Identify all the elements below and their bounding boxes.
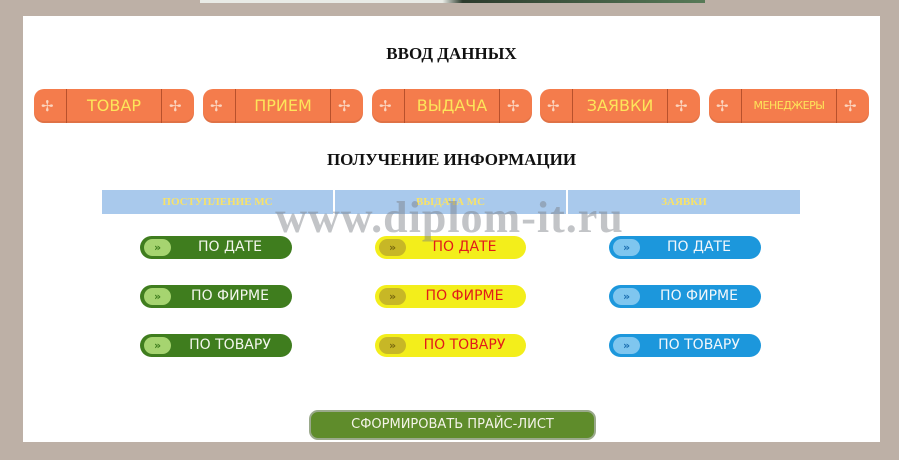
button-label: ПО ФИРМЕ	[191, 288, 269, 304]
double-arrow-icon: »	[379, 239, 406, 256]
postuplenie-by-product-button[interactable]: » ПО ТОВАРУ	[140, 334, 292, 357]
double-arrow-icon: »	[144, 337, 171, 354]
nav-button-label: ТОВАР	[87, 96, 141, 115]
ornament-icon: ✢	[372, 89, 405, 123]
ornament-icon: ✢	[499, 89, 532, 123]
nav-button-label: МЕНЕДЖЕРЫ	[753, 99, 825, 112]
double-arrow-icon: »	[613, 239, 640, 256]
button-label: ПО ТОВАРУ	[423, 337, 506, 353]
ornament-icon: ✢	[709, 89, 742, 123]
ornament-icon: ✢	[836, 89, 869, 123]
button-label: ПО ДАТЕ	[432, 239, 497, 255]
generate-price-list-button[interactable]: СФОРМИРОВАТЬ ПРАЙС-ЛИСТ	[309, 410, 596, 440]
zayavki-by-date-button[interactable]: » ПО ДАТЕ	[609, 236, 761, 259]
button-label: ПО ТОВАРУ	[658, 337, 740, 353]
info-section-title: ПОЛУЧЕНИЕ ИНФОРМАЦИИ	[326, 150, 577, 169]
zayavki-by-firm-button[interactable]: » ПО ФИРМЕ	[609, 285, 761, 308]
double-arrow-icon: »	[379, 288, 406, 305]
input-section-title: ВВОД ДАННЫХ	[386, 44, 517, 63]
button-label: ПО ТОВАРУ	[189, 337, 271, 353]
nav-button-menedzhery[interactable]: ✢ МЕНЕДЖЕРЫ ✢	[709, 89, 869, 123]
nav-button-zayavki[interactable]: ✢ ЗАЯВКИ ✢	[540, 89, 700, 123]
ornament-icon: ✢	[540, 89, 573, 123]
ornament-icon: ✢	[330, 89, 363, 123]
postuplenie-by-firm-button[interactable]: » ПО ФИРМЕ	[140, 285, 292, 308]
column-header-postuplenie: ПОСТУПЛЕНИЕ МС	[102, 190, 333, 214]
column-header-vydacha: ВЫДАЧА МС	[335, 190, 566, 214]
nav-button-vydacha[interactable]: ✢ ВЫДАЧА ✢	[372, 89, 532, 123]
nav-button-priem[interactable]: ✢ ПРИЕМ ✢	[203, 89, 363, 123]
ornament-icon: ✢	[161, 89, 194, 123]
double-arrow-icon: »	[144, 288, 171, 305]
column-header-zayavki: ЗАЯВКИ	[568, 190, 800, 214]
vydacha-by-date-button[interactable]: » ПО ДАТЕ	[375, 236, 526, 259]
vydacha-by-firm-button[interactable]: » ПО ФИРМЕ	[375, 285, 526, 308]
button-label: ПО ДАТЕ	[198, 239, 262, 255]
ornament-icon: ✢	[203, 89, 236, 123]
double-arrow-icon: »	[613, 337, 640, 354]
vydacha-by-product-button[interactable]: » ПО ТОВАРУ	[375, 334, 526, 357]
double-arrow-icon: »	[379, 337, 406, 354]
button-label: ПО ФИРМЕ	[425, 288, 504, 304]
double-arrow-icon: »	[144, 239, 171, 256]
nav-button-label: ЗАЯВКИ	[586, 96, 654, 115]
zayavki-by-product-button[interactable]: » ПО ТОВАРУ	[609, 334, 761, 357]
nav-button-tovar[interactable]: ✢ ТОВАР ✢	[34, 89, 194, 123]
button-label: ПО ФИРМЕ	[660, 288, 738, 304]
top-image-strip	[200, 0, 705, 3]
postuplenie-by-date-button[interactable]: » ПО ДАТЕ	[140, 236, 292, 259]
ornament-icon: ✢	[667, 89, 700, 123]
ornament-icon: ✢	[34, 89, 67, 123]
button-label: ПО ДАТЕ	[667, 239, 731, 255]
nav-button-label: ПРИЕМ	[254, 96, 312, 115]
double-arrow-icon: »	[613, 288, 640, 305]
nav-button-label: ВЫДАЧА	[416, 96, 488, 115]
main-panel: ВВОД ДАННЫХ ✢ ТОВАР ✢ ✢ ПРИЕМ ✢ ✢ ВЫДАЧА…	[23, 16, 880, 442]
